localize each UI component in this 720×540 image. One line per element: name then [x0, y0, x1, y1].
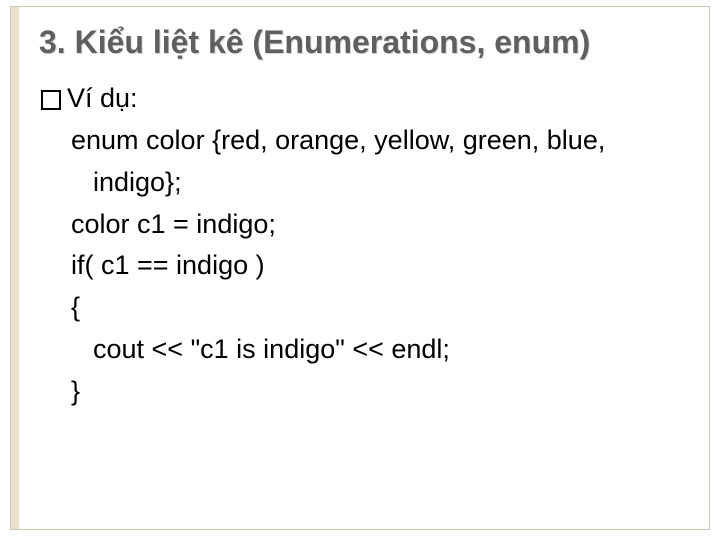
code-line: if( c1 == indigo ): [71, 245, 687, 287]
left-accent-bar: [11, 7, 19, 529]
code-line: }: [71, 371, 687, 413]
example-bullet: Ví dụ:: [41, 78, 687, 120]
slide-title: 3. Kiểu liệt kê (Enumerations, enum): [39, 23, 687, 62]
code-line: {: [71, 287, 687, 329]
code-line: cout << "c1 is indigo" << endl;: [71, 329, 687, 371]
slide-frame: 3. Kiểu liệt kê (Enumerations, enum) Ví …: [10, 6, 710, 530]
code-line: indigo};: [71, 162, 687, 204]
slide-content: 3. Kiểu liệt kê (Enumerations, enum) Ví …: [11, 7, 709, 429]
code-line: color c1 = indigo;: [71, 204, 687, 246]
slide-body: Ví dụ: enum color {red, orange, yellow, …: [39, 78, 687, 413]
code-line: enum color {red, orange, yellow, green, …: [71, 120, 687, 162]
example-label: Ví dụ:: [67, 78, 138, 120]
code-block: enum color {red, orange, yellow, green, …: [71, 120, 687, 413]
square-bullet-icon: [41, 90, 61, 110]
